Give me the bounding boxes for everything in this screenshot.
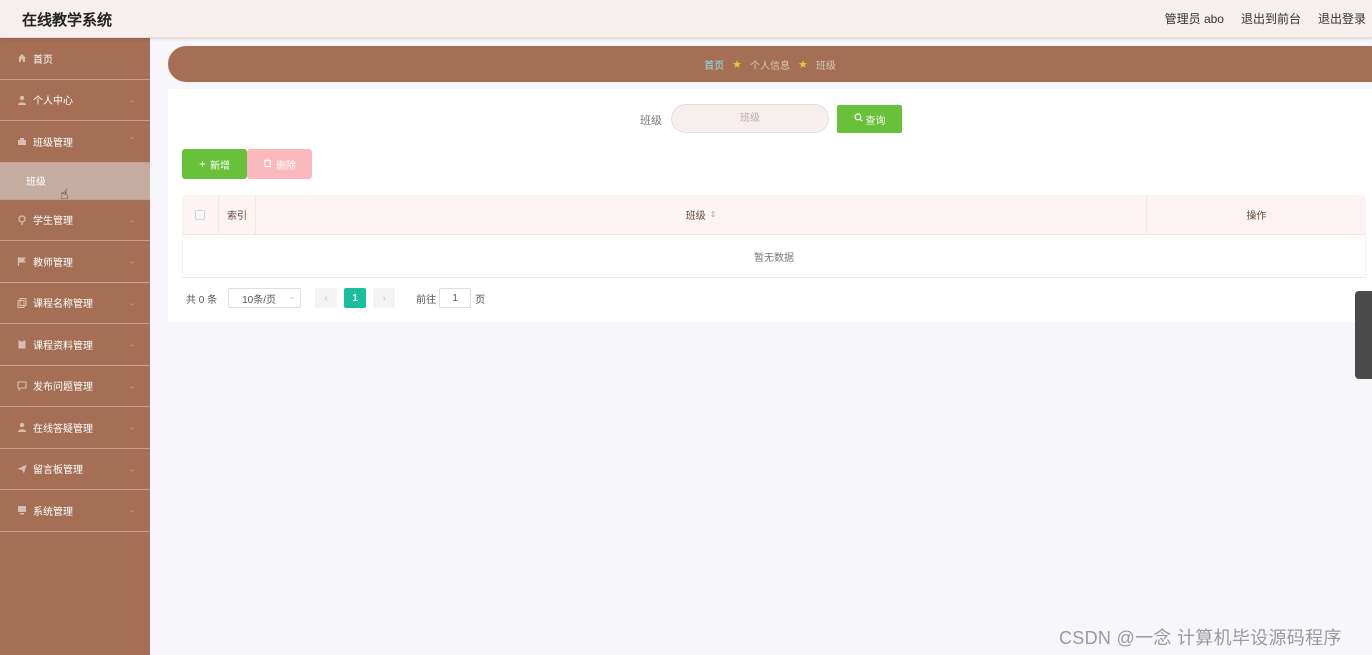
clipboard-icon	[16, 339, 27, 350]
prev-page-button[interactable]: ‹	[315, 288, 338, 308]
chevron-down-icon: ⌄	[128, 94, 136, 105]
sidebar-item-label: 发布问题管理	[33, 382, 93, 394]
goto-suffix: 页	[475, 294, 486, 306]
search-button[interactable]: 查询	[837, 105, 902, 133]
page-number-button[interactable]: 1	[344, 288, 367, 308]
user-icon	[16, 422, 27, 433]
sidebar-item-label: 教师管理	[33, 257, 73, 269]
sidebar-item-student-management[interactable]: 学生管理 ⌄	[0, 200, 150, 241]
sidebar-item-label: 系统管理	[33, 506, 73, 518]
user-icon	[16, 94, 27, 105]
chevron-right-icon: ›	[382, 292, 386, 304]
sidebar-item-personal-center[interactable]: 个人中心 ⌄	[0, 80, 150, 121]
hand-cursor-icon: ☝	[60, 186, 69, 202]
sidebar-item-class-management[interactable]: 班级管理 ⌃	[0, 121, 150, 163]
sidebar: 首页 个人中心 ⌄ 班级管理 ⌃ 班级 学生管理 ⌄ 教师管理 ⌄ 课程名称管理…	[0, 38, 150, 655]
goto-page-input[interactable]	[439, 288, 472, 308]
breadcrumb-home[interactable]: 首页	[704, 57, 724, 72]
sidebar-item-label: 首页	[33, 54, 53, 66]
send-icon	[16, 463, 27, 474]
search-icon	[853, 113, 863, 125]
sidebar-item-label: 课程资料管理	[33, 340, 93, 352]
exit-to-front-link[interactable]: 退出到前台	[1241, 10, 1301, 27]
chevron-down-icon: ⌄	[128, 421, 136, 432]
sidebar-item-question-management[interactable]: 发布问题管理 ⌄	[0, 366, 150, 407]
chevron-down-icon: ⌄	[128, 463, 136, 474]
top-header: 在线教学系统 管理员 abo 退出到前台 退出登录	[0, 0, 1372, 38]
breadcrumb-level1: 个人信息	[750, 60, 790, 72]
logout-link[interactable]: 退出登录	[1318, 10, 1366, 27]
table-empty-text: 暂无数据	[182, 235, 1366, 278]
sidebar-item-course-material-management[interactable]: 课程资料管理 ⌄	[0, 324, 150, 366]
search-button-label: 查询	[865, 115, 886, 127]
plus-icon: +	[198, 157, 206, 171]
sidebar-item-label: 课程名称管理	[33, 299, 93, 311]
admin-user-label[interactable]: 管理员 abo	[1165, 10, 1224, 27]
sidebar-item-home[interactable]: 首页	[0, 38, 150, 80]
sidebar-item-teacher-management[interactable]: 教师管理 ⌄	[0, 241, 150, 283]
data-table: 索引 班级 ⇕ 操作 暂无数据	[182, 194, 1366, 278]
class-icon	[16, 136, 27, 147]
app-title: 在线教学系统	[22, 12, 113, 29]
goto-prefix: 前往	[416, 294, 437, 306]
sidebar-item-course-name-management[interactable]: 课程名称管理 ⌄	[0, 283, 150, 324]
chevron-down-icon: ⌄	[128, 504, 136, 515]
chevron-up-icon: ⌃	[128, 135, 136, 146]
select-all-checkbox[interactable]	[195, 209, 205, 220]
trash-icon	[263, 158, 272, 170]
chevron-down-icon: ⌄	[128, 338, 136, 349]
sidebar-item-label: 个人中心	[33, 96, 73, 108]
pagination: 共 0 条 10条/页 ⌄ ‹ 1 › 前往 页	[186, 288, 485, 308]
side-drawer-tab[interactable]	[1355, 291, 1372, 379]
chevron-down-icon: ⌄	[128, 255, 136, 266]
watermark: CSDN @一念 计算机毕设源码程序	[1059, 628, 1342, 648]
search-label: 班级	[640, 115, 662, 127]
student-icon	[16, 214, 27, 225]
next-page-button[interactable]: ›	[373, 288, 396, 308]
sort-icon[interactable]: ⇕	[710, 210, 717, 219]
add-button[interactable]: + 新增	[182, 149, 247, 179]
sidebar-item-message-board-management[interactable]: 留言板管理 ⌄	[0, 449, 150, 490]
select-all-cell	[182, 194, 219, 235]
column-header-index: 索引	[219, 194, 256, 235]
chat-icon	[16, 380, 27, 391]
content-panel: 班级 查询 + 新增 删除 索引 班级 ⇕ 操作 暂无数据 共 0	[168, 89, 1372, 322]
column-header-class-label: 班级	[685, 211, 706, 222]
chevron-left-icon: ‹	[324, 292, 328, 304]
search-input[interactable]	[671, 104, 829, 133]
flag-icon	[16, 256, 27, 267]
sidebar-item-label: 在线答疑管理	[33, 423, 93, 435]
star-icon: ★	[732, 58, 742, 71]
copy-icon	[16, 297, 27, 308]
delete-button[interactable]: 删除	[247, 149, 312, 179]
chevron-down-icon: ⌄	[288, 292, 296, 301]
sidebar-subitem-class[interactable]: 班级	[0, 162, 150, 200]
sidebar-item-label: 班级管理	[33, 137, 73, 149]
page-size-select[interactable]: 10条/页 ⌄	[228, 288, 302, 308]
monitor-icon	[16, 505, 27, 516]
sidebar-item-system-management[interactable]: 系统管理 ⌄	[0, 490, 150, 532]
home-icon	[16, 53, 27, 64]
sidebar-item-label: 学生管理	[33, 216, 73, 228]
page-size-value: 10条/页	[242, 294, 277, 306]
column-header-class[interactable]: 班级 ⇕	[256, 194, 1147, 235]
delete-button-label: 删除	[276, 160, 296, 172]
sidebar-item-label: 留言板管理	[33, 465, 83, 477]
add-button-label: 新增	[210, 160, 230, 172]
chevron-down-icon: ⌄	[128, 297, 136, 308]
breadcrumb-level2: 班级	[815, 60, 836, 72]
column-header-actions: 操作	[1246, 211, 1267, 222]
chevron-down-icon: ⌄	[128, 380, 136, 391]
chevron-down-icon: ⌄	[128, 214, 136, 225]
breadcrumb: 首页 ★ 个人信息 ★ 班级	[168, 46, 1372, 82]
sidebar-subitem-label: 班级	[26, 177, 46, 188]
sidebar-item-online-qa-management[interactable]: 在线答疑管理 ⌄	[0, 407, 150, 449]
header-right: 管理员 abo 退出到前台 退出登录	[1165, 10, 1366, 27]
pagination-total: 共 0 条	[186, 294, 218, 306]
star-icon: ★	[798, 58, 808, 71]
table-header: 索引 班级 ⇕ 操作	[182, 194, 1366, 235]
